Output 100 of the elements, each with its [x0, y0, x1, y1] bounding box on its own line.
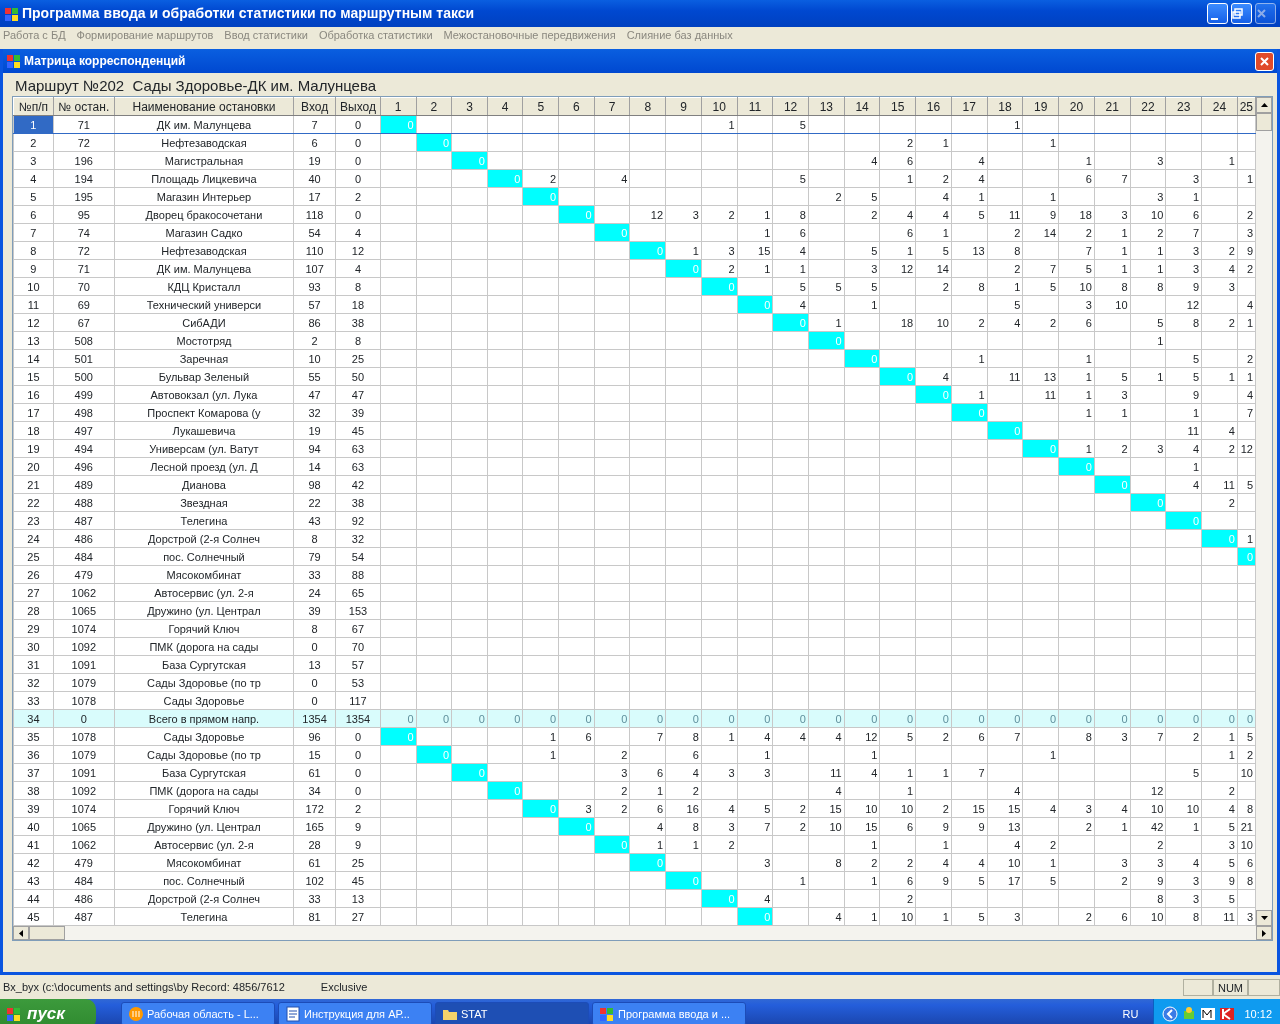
column-header[interactable]: 4: [487, 97, 523, 116]
scroll-down-button[interactable]: [1256, 910, 1272, 926]
table-cell[interactable]: 23: [13, 511, 54, 530]
table-cell[interactable]: 12: [13, 313, 54, 332]
tray-icon[interactable]: [1200, 1006, 1217, 1022]
tray-icon[interactable]: [1219, 1006, 1236, 1022]
column-header[interactable]: №п/п: [13, 97, 54, 116]
table-cell[interactable]: 16: [13, 385, 54, 404]
table-cell[interactable]: 42: [13, 853, 54, 872]
table-cell[interactable]: 20: [13, 457, 54, 476]
table-cell[interactable]: 41: [13, 835, 54, 854]
table-cell[interactable]: 22: [13, 493, 54, 512]
column-header[interactable]: 15: [879, 97, 916, 116]
table-cell[interactable]: 37: [13, 763, 54, 782]
column-header[interactable]: Выход: [335, 97, 381, 116]
table-cell[interactable]: 33: [13, 691, 54, 710]
scrollbar-thumb[interactable]: [1256, 113, 1272, 131]
table-cell[interactable]: 43: [13, 871, 54, 890]
table-cell: 10: [293, 349, 336, 368]
table-cell[interactable]: 6: [13, 205, 54, 224]
table-cell[interactable]: 15: [13, 367, 54, 386]
taskbar-button[interactable]: STAT: [435, 1002, 589, 1024]
column-header[interactable]: 16: [915, 97, 952, 116]
chevron-icon[interactable]: [1162, 1006, 1179, 1022]
scrollbar-thumb[interactable]: [29, 926, 65, 940]
column-header[interactable]: 21: [1094, 97, 1131, 116]
column-header[interactable]: 8: [629, 97, 666, 116]
table-cell[interactable]: 31: [13, 655, 54, 674]
table-cell[interactable]: 14: [13, 349, 54, 368]
column-header[interactable]: 12: [772, 97, 809, 116]
table-cell[interactable]: 40: [13, 817, 54, 836]
table-cell[interactable]: 10: [13, 277, 54, 296]
column-header[interactable]: 24: [1201, 97, 1238, 116]
taskbar-button[interactable]: Рабочая область - L...: [121, 1002, 275, 1024]
column-header[interactable]: 6: [558, 97, 595, 116]
table-cell[interactable]: 35: [13, 727, 54, 746]
table-cell[interactable]: 5: [13, 187, 54, 206]
table-cell[interactable]: 7: [13, 223, 54, 242]
table-cell[interactable]: 26: [13, 565, 54, 584]
column-header[interactable]: 13: [808, 97, 845, 116]
table-cell[interactable]: 13: [13, 331, 54, 350]
table-cell[interactable]: 32: [13, 673, 54, 692]
table-cell[interactable]: 19: [13, 439, 54, 458]
restore-button[interactable]: [1231, 3, 1252, 24]
column-header[interactable]: 11: [737, 97, 773, 116]
table-cell[interactable]: 25: [13, 547, 54, 566]
table-cell[interactable]: 38: [13, 781, 54, 800]
table-cell[interactable]: 36: [13, 745, 54, 764]
table-cell[interactable]: 3: [13, 151, 54, 170]
column-header[interactable]: Наименование остановки: [114, 97, 294, 116]
table-cell: 5: [772, 169, 809, 188]
column-header[interactable]: 23: [1165, 97, 1202, 116]
table-cell[interactable]: 27: [13, 583, 54, 602]
table-cell[interactable]: 9: [13, 259, 54, 278]
table-cell[interactable]: 44: [13, 889, 54, 908]
table-cell[interactable]: 17: [13, 403, 54, 422]
table-cell[interactable]: 4: [13, 169, 54, 188]
taskbar-button[interactable]: Инструкция для АР...: [278, 1002, 432, 1024]
table-cell[interactable]: 11: [13, 295, 54, 314]
column-header[interactable]: 14: [844, 97, 880, 116]
taskbar-button[interactable]: Программа ввода и ...: [592, 1002, 746, 1024]
column-header[interactable]: 7: [594, 97, 630, 116]
column-header[interactable]: 19: [1022, 97, 1059, 116]
table-cell[interactable]: 29: [13, 619, 54, 638]
scroll-right-button[interactable]: [1256, 926, 1272, 940]
column-header[interactable]: 9: [665, 97, 702, 116]
table-cell: 10: [1237, 835, 1256, 854]
table-cell: 1: [844, 295, 880, 314]
table-cell[interactable]: 24: [13, 529, 54, 548]
table-cell: 40: [293, 169, 336, 188]
table-cell[interactable]: 18: [13, 421, 54, 440]
column-header[interactable]: 20: [1058, 97, 1095, 116]
language-indicator[interactable]: RU: [1122, 1005, 1139, 1023]
table-cell[interactable]: 39: [13, 799, 54, 818]
table-cell[interactable]: 28: [13, 601, 54, 620]
column-header[interactable]: 3: [451, 97, 488, 116]
column-header[interactable]: 10: [701, 97, 738, 116]
scroll-up-button[interactable]: [1256, 97, 1272, 113]
column-header[interactable]: Вход: [293, 97, 336, 116]
table-cell[interactable]: 45: [13, 907, 54, 926]
column-header[interactable]: 5: [522, 97, 559, 116]
table-cell[interactable]: 21: [13, 475, 54, 494]
table-cell: 92: [335, 511, 381, 530]
table-cell[interactable]: 8: [13, 241, 54, 260]
table-cell: 5: [844, 187, 880, 206]
start-button[interactable]: пуск: [0, 999, 96, 1024]
column-header[interactable]: 18: [987, 97, 1023, 116]
column-header[interactable]: 17: [951, 97, 988, 116]
column-header[interactable]: 2: [416, 97, 452, 116]
table-cell: 2: [1130, 223, 1166, 242]
table-cell[interactable]: 30: [13, 637, 54, 656]
minimize-button[interactable]: [1207, 3, 1228, 24]
close-button[interactable]: [1255, 3, 1276, 24]
close-button[interactable]: [1255, 51, 1274, 71]
column-header[interactable]: № остан.: [53, 97, 115, 116]
table-cell[interactable]: 2: [13, 133, 54, 152]
column-header[interactable]: 22: [1130, 97, 1166, 116]
scroll-left-button[interactable]: [13, 926, 29, 940]
table-cell: 2: [1237, 745, 1256, 764]
column-header[interactable]: 1: [380, 97, 417, 116]
